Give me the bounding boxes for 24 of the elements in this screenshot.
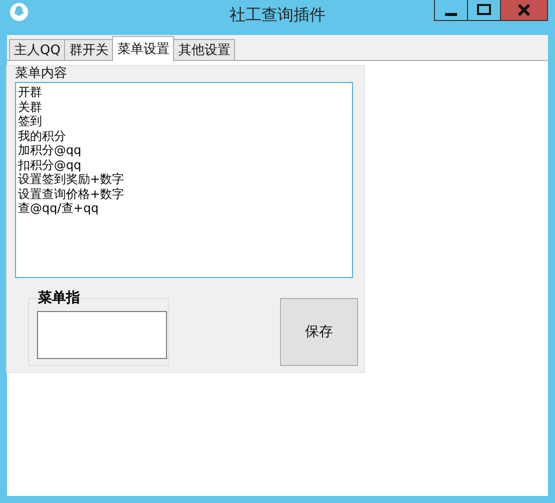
menu-line: 关群 [18, 100, 43, 114]
menu-line: 签到 [18, 114, 43, 128]
menu-line: 设置签到奖励+数字 [18, 172, 126, 186]
minimize-icon [445, 12, 457, 16]
window-title: 社工查询插件 [228, 5, 326, 26]
menu-line: 加积分@qq [18, 143, 82, 158]
group-title: 菜单内容 [15, 66, 68, 82]
minimize-button[interactable] [434, 0, 468, 21]
tab[interactable]: 其他设置 [173, 39, 236, 60]
maximize-icon [476, 2, 492, 18]
menu-line: 查@qq/查+qq [18, 201, 100, 216]
menu-content-field[interactable]: 开群 关群 签到 我的积分 加积分@qq 扣积分@qq 设置签到奖励+数字 设置查询价格+数字 查@qq/查+qq [15, 82, 353, 278]
tab[interactable]: 菜单设置 [112, 36, 174, 61]
tab[interactable]: 群开关 [64, 39, 114, 60]
menu-line: 扣积分@qq [18, 158, 82, 172]
group-title: 菜单指 [38, 290, 80, 306]
tab[interactable]: 主人QQ [9, 39, 66, 60]
menu-line: 我的积分 [18, 128, 67, 143]
menu-line: 开群 [18, 85, 43, 100]
command-input-field[interactable] [37, 311, 167, 359]
save-button[interactable]: 保存 [280, 298, 358, 366]
menu-line: 设置查询价格+数字 [18, 186, 126, 201]
close-icon [516, 2, 532, 18]
close-button[interactable] [500, 0, 548, 21]
